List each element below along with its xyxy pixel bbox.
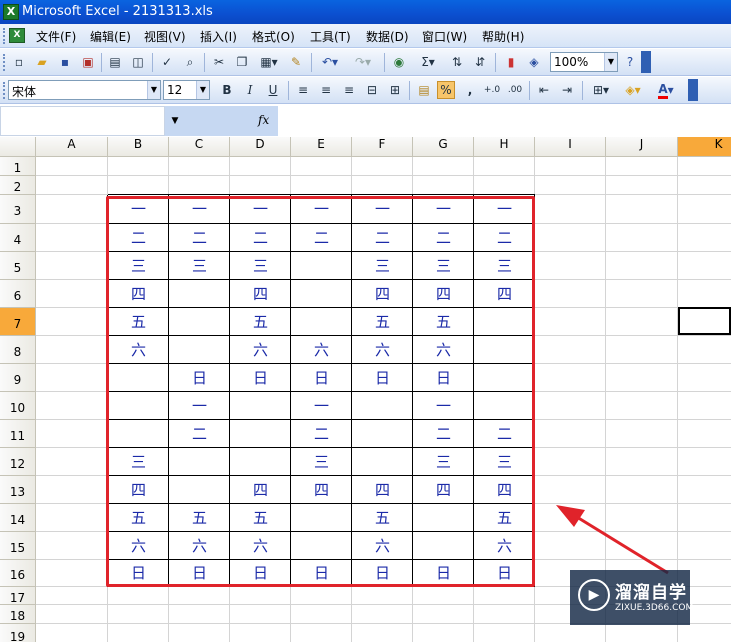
autosum-icon[interactable]: Σ▾ (415, 53, 441, 71)
underline-button[interactable]: U (264, 81, 282, 99)
align-right-icon[interactable]: ≡ (340, 81, 358, 99)
toolbar-gripper[interactable] (3, 82, 6, 99)
font-color-label: A (658, 82, 668, 99)
toolbar-options-icon[interactable] (688, 79, 698, 101)
print-preview-icon[interactable]: ◫ (129, 53, 147, 71)
menu-file[interactable]: 文件(F) (36, 28, 76, 45)
copy-icon[interactable]: ❐ (233, 53, 251, 71)
menu-tools[interactable]: 工具(T) (310, 28, 351, 45)
new-icon[interactable]: ▫ (10, 53, 28, 71)
undo-icon[interactable]: ↶▾ (317, 53, 343, 71)
name-box[interactable] (0, 106, 165, 136)
spelling-icon[interactable]: ✓ (158, 53, 176, 71)
watermark-name: 溜溜自学 (615, 583, 687, 603)
menu-bar: X 文件(F) 编辑(E) 视图(V) 插入(I) 格式(O) 工具(T) 数据… (0, 24, 731, 48)
toolbar-separator (495, 53, 496, 72)
chevron-down-icon[interactable]: ▼ (165, 106, 185, 136)
toolbar-options-icon[interactable] (641, 51, 651, 73)
menu-window[interactable]: 窗口(W) (422, 28, 467, 45)
arrow-shaft (571, 512, 669, 575)
fill-color-icon[interactable]: ◈▾ (620, 81, 646, 99)
merge-center-icon[interactable]: ⊟ (363, 81, 381, 99)
chevron-down-icon[interactable]: ▼ (196, 81, 209, 99)
toolbar-separator (529, 81, 530, 100)
sort-descending-icon[interactable]: ⇵ (471, 53, 489, 71)
toolbar-gripper[interactable] (3, 54, 6, 71)
print-icon[interactable]: ▤ (106, 53, 124, 71)
toolbar-separator (152, 53, 153, 72)
menu-data[interactable]: 数据(D) (366, 28, 409, 45)
drawing-icon[interactable]: ◈ (525, 53, 543, 71)
menu-view[interactable]: 视图(V) (144, 28, 186, 45)
toolbar-separator (384, 53, 385, 72)
increase-indent-icon[interactable]: ⇥ (558, 81, 576, 99)
currency-icon[interactable]: ▤ (415, 81, 433, 99)
spreadsheet-grid[interactable]: A B C D E F G H I J K 1 2 3 4 5 6 7 8 9 10 11 12 13 14 15 16 17 18 19… (0, 137, 731, 642)
toolbar-separator (204, 53, 205, 72)
menu-format[interactable]: 格式(O) (252, 28, 295, 45)
toolbar-separator (101, 53, 102, 72)
toolbar-separator (409, 81, 410, 100)
decrease-decimal-icon[interactable]: .00 (506, 81, 524, 99)
menu-edit[interactable]: 编辑(E) (90, 28, 131, 45)
font-size-value: 12 (167, 83, 183, 97)
font-size-select[interactable]: 12 ▼ (163, 80, 210, 100)
watermark-logo: ▶ (578, 579, 610, 611)
toolbar-separator (288, 81, 289, 100)
toolbar-separator (311, 53, 312, 72)
redo-icon[interactable]: ↷▾ (350, 53, 376, 71)
sort-ascending-icon[interactable]: ⇅ (448, 53, 466, 71)
paste-icon[interactable]: ▦▾ (256, 53, 282, 71)
annotation-arrow (556, 505, 669, 575)
help-icon[interactable]: ? (621, 53, 639, 71)
window-title: Microsoft Excel - 2131313.xls (22, 4, 213, 19)
font-color-button[interactable]: A ▾ (653, 81, 679, 99)
standard-toolbar: ▫ ▰ ▪ ▣ ▤ ◫ ✓ ⌕ ✂ ❐ ▦▾ ✎ ↶▾ ↷▾ ◉ Σ▾ ⇅ ⇵ … (0, 49, 731, 76)
fx-button[interactable]: fx (258, 113, 269, 127)
menu-gripper[interactable] (3, 28, 6, 44)
permission-icon[interactable]: ▣ (79, 53, 97, 71)
bold-button[interactable]: B (218, 81, 236, 99)
document-icon[interactable]: X (9, 28, 25, 43)
cut-icon[interactable]: ✂ (210, 53, 228, 71)
decrease-indent-icon[interactable]: ⇤ (535, 81, 553, 99)
menu-insert[interactable]: 插入(I) (200, 28, 237, 45)
menu-help[interactable]: 帮助(H) (482, 28, 524, 45)
formula-bar: ▼ fx (0, 104, 731, 136)
borders-split-icon[interactable]: ⊞ (386, 81, 404, 99)
save-icon[interactable]: ▪ (56, 53, 74, 71)
hyperlink-icon[interactable]: ◉ (390, 53, 408, 71)
chevron-down-icon[interactable]: ▼ (604, 53, 617, 71)
chevron-down-icon[interactable]: ▼ (147, 81, 160, 99)
align-left-icon[interactable]: ≡ (294, 81, 312, 99)
format-painter-icon[interactable]: ✎ (287, 53, 305, 71)
formatting-toolbar: 宋体 ▼ 12 ▼ B I U ≡ ≡ ≡ ⊟ ⊞ ▤ % , +.0 .00 … (0, 77, 731, 104)
increase-decimal-icon[interactable]: +.0 (483, 81, 501, 99)
excel-app-icon[interactable]: X (3, 4, 19, 20)
font-name-select[interactable]: 宋体 ▼ (8, 80, 161, 100)
watermark-url: ZIXUE.3D66.COM (615, 603, 694, 613)
title-bar: X Microsoft Excel - 2131313.xls (0, 0, 731, 24)
percent-button[interactable]: % (437, 81, 455, 99)
zoom-select[interactable]: 100% ▼ (550, 52, 618, 72)
toolbar-separator (582, 81, 583, 100)
italic-button[interactable]: I (241, 81, 259, 99)
comma-button[interactable]: , (461, 81, 479, 99)
open-icon[interactable]: ▰ (33, 53, 51, 71)
align-center-icon[interactable]: ≡ (317, 81, 335, 99)
arrow-head (556, 505, 585, 527)
chart-wizard-icon[interactable]: ▮ (502, 53, 520, 71)
font-name-value: 宋体 (12, 85, 37, 99)
borders-icon[interactable]: ⊞▾ (588, 81, 614, 99)
research-icon[interactable]: ⌕ (181, 53, 199, 71)
watermark: ▶ 溜溜自学 ZIXUE.3D66.COM (570, 570, 694, 625)
zoom-value: 100% (554, 55, 589, 69)
